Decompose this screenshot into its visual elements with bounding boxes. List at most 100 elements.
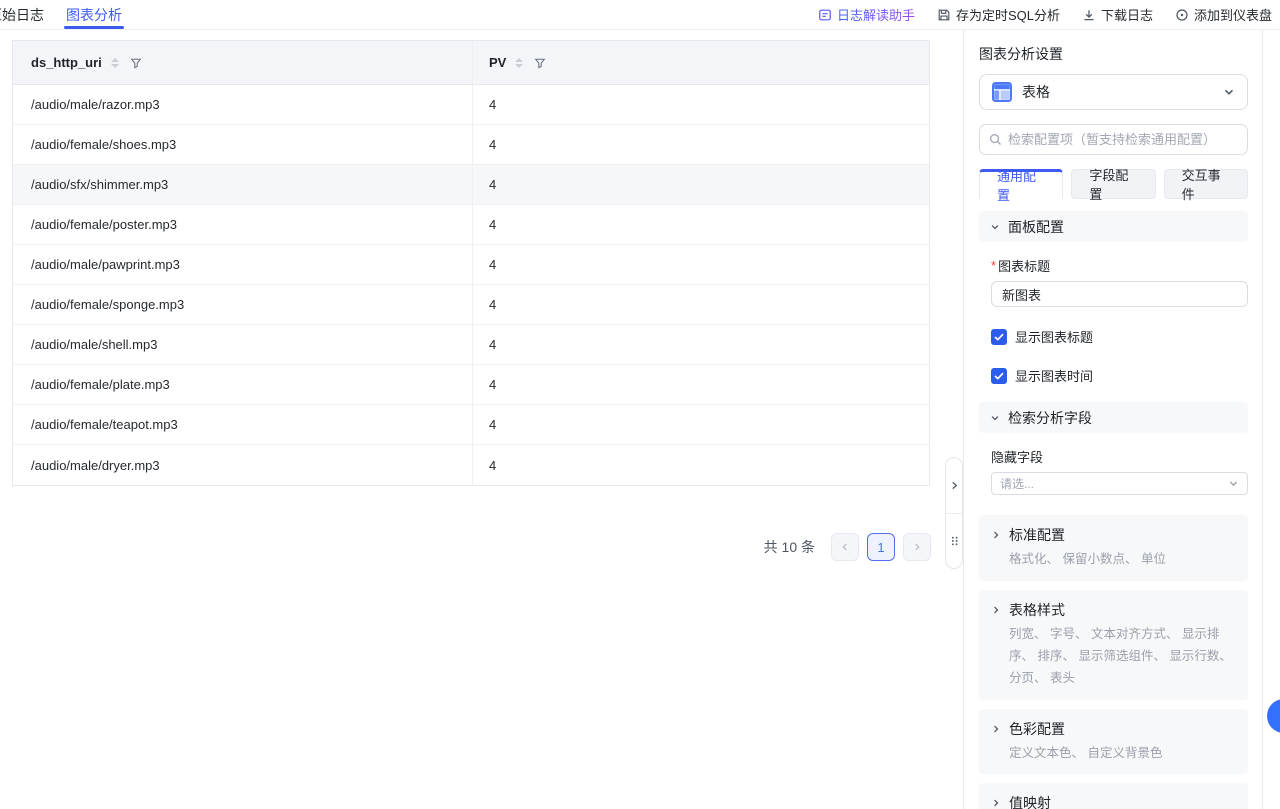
section-panel-config[interactable]: 面板配置 xyxy=(979,211,1248,242)
config-tabs: 通用配置 字段配置 交互事件 xyxy=(979,169,1248,199)
cell-pv: 4 xyxy=(473,325,929,364)
save-scheduled-sql-button[interactable]: 存为定时SQL分析 xyxy=(937,5,1060,24)
download-icon xyxy=(1082,8,1096,22)
chevron-down-icon xyxy=(1223,86,1235,98)
cell-ds-http-uri: /audio/female/poster.mp3 xyxy=(13,205,473,244)
required-asterisk: * xyxy=(991,258,996,273)
panel-splitter xyxy=(945,457,963,569)
table-row: /audio/male/razor.mp34 xyxy=(13,85,929,125)
table-row: /audio/sfx/shimmer.mp34 xyxy=(13,165,929,205)
cell-ds-http-uri: /audio/female/plate.mp3 xyxy=(13,365,473,404)
save-scheduled-sql-label: 存为定时SQL分析 xyxy=(956,5,1060,24)
cell-pv: 4 xyxy=(473,125,929,164)
filter-button[interactable] xyxy=(130,57,142,69)
search-icon xyxy=(989,133,1002,146)
prev-page-button[interactable] xyxy=(831,533,859,561)
cell-ds-http-uri: /audio/male/shell.mp3 xyxy=(13,325,473,364)
panel-config-group: * 图表标题 显示图表标题 显示图表时间 xyxy=(979,256,1248,385)
table-row: /audio/male/pawprint.mp34 xyxy=(13,245,929,285)
chevron-right-icon xyxy=(991,724,1001,734)
chart-type-value: 表格 xyxy=(1022,82,1213,102)
top-toolbar: 原始日志 图表分析 日志解读助手 存为定时SQL分析 xyxy=(0,0,1280,30)
sort-asc-icon xyxy=(111,58,119,62)
table-row: /audio/female/teapot.mp34 xyxy=(13,405,929,445)
show-chart-title-checkbox[interactable] xyxy=(991,329,1007,345)
section-title: 面板配置 xyxy=(1008,217,1064,237)
tab-chart-analysis[interactable]: 图表分析 xyxy=(64,0,124,29)
section-subtitle: 定义文本色、 自定义背景色 xyxy=(1009,743,1236,765)
tab-general-config[interactable]: 通用配置 xyxy=(979,169,1063,199)
sort-button[interactable] xyxy=(111,58,119,68)
sort-asc-icon xyxy=(515,58,523,62)
cell-ds-http-uri: /audio/male/dryer.mp3 xyxy=(13,445,473,485)
chart-type-select[interactable]: 表格 xyxy=(979,74,1248,110)
cell-pv: 4 xyxy=(473,365,929,404)
search-fields-group: 隐藏字段 请选... xyxy=(979,447,1248,495)
add-to-dashboard-label: 添加到仪表盘 xyxy=(1194,5,1272,24)
splitter-drag-handle[interactable] xyxy=(946,514,962,569)
table-header-row: ds_http_uri PV xyxy=(13,41,929,85)
section-title: 值映射 xyxy=(1009,793,1051,809)
toolbar-actions: 日志解读助手 存为定时SQL分析 下载日志 xyxy=(818,0,1280,29)
section-title: 标准配置 xyxy=(1009,525,1065,545)
cell-ds-http-uri: /audio/sfx/shimmer.mp3 xyxy=(13,165,473,204)
show-chart-time-label: 显示图表时间 xyxy=(1015,366,1093,385)
filter-button[interactable] xyxy=(534,57,546,69)
cell-ds-http-uri: /audio/female/teapot.mp3 xyxy=(13,405,473,444)
result-table-area: ds_http_uri PV xyxy=(0,30,963,809)
cell-ds-http-uri: /audio/female/shoes.mp3 xyxy=(13,125,473,164)
tab-raw-logs[interactable]: 原始日志 xyxy=(0,0,46,29)
show-chart-title-row: 显示图表标题 xyxy=(991,327,1248,346)
chart-title-input[interactable] xyxy=(991,281,1248,307)
cell-pv: 4 xyxy=(473,205,929,244)
show-chart-time-row: 显示图表时间 xyxy=(991,366,1248,385)
ai-assistant-icon xyxy=(818,8,832,22)
hidden-fields-select[interactable]: 请选... xyxy=(991,472,1248,495)
config-search xyxy=(979,124,1248,155)
cell-pv: 4 xyxy=(473,405,929,444)
next-page-button[interactable] xyxy=(903,533,931,561)
tab-field-config[interactable]: 字段配置 xyxy=(1071,169,1155,199)
pagination: 共 10 条 1 xyxy=(764,533,931,561)
table-row: /audio/male/dryer.mp34 xyxy=(13,445,929,485)
chevron-right-icon xyxy=(991,605,1001,615)
section-title: 表格样式 xyxy=(1009,600,1065,620)
panel-title: 图表分析设置 xyxy=(979,44,1248,64)
show-chart-time-checkbox[interactable] xyxy=(991,368,1007,384)
chevron-right-icon xyxy=(991,530,1001,540)
section-color-config[interactable]: 色彩配置 定义文本色、 自定义背景色 xyxy=(979,709,1248,775)
right-rail xyxy=(1262,30,1280,809)
column-header-pv: PV xyxy=(473,41,929,84)
cell-pv: 4 xyxy=(473,165,929,204)
section-standard-config[interactable]: 标准配置 格式化、 保留小数点、 单位 xyxy=(979,515,1248,581)
page-number-button[interactable]: 1 xyxy=(867,533,895,561)
show-chart-title-label: 显示图表标题 xyxy=(1015,327,1093,346)
add-to-dashboard-icon xyxy=(1175,8,1189,22)
chevron-down-icon xyxy=(990,413,1000,423)
column-header-ds-http-uri: ds_http_uri xyxy=(13,41,473,84)
tab-interaction-events[interactable]: 交互事件 xyxy=(1164,169,1248,199)
config-search-input[interactable] xyxy=(1008,132,1238,147)
chart-title-label: * 图表标题 xyxy=(991,256,1248,275)
add-to-dashboard-button[interactable]: 添加到仪表盘 xyxy=(1175,5,1272,24)
section-search-fields[interactable]: 检索分析字段 xyxy=(979,402,1248,433)
select-placeholder: 请选... xyxy=(1000,475,1034,492)
sort-desc-icon xyxy=(111,64,119,68)
cell-ds-http-uri: /audio/male/razor.mp3 xyxy=(13,85,473,124)
collapse-panel-button[interactable] xyxy=(946,458,962,514)
hidden-fields-label: 隐藏字段 xyxy=(991,447,1248,466)
cell-pv: 4 xyxy=(473,245,929,284)
column-label: ds_http_uri xyxy=(31,55,102,70)
section-subtitle: 列宽、 字号、 文本对齐方式、 显示排序、 排序、 显示筛选组件、 显示行数、 … xyxy=(1009,624,1236,690)
result-table: ds_http_uri PV xyxy=(12,40,930,486)
table-row: /audio/male/shell.mp34 xyxy=(13,325,929,365)
cell-pv: 4 xyxy=(473,85,929,124)
section-table-style[interactable]: 表格样式 列宽、 字号、 文本对齐方式、 显示排序、 排序、 显示筛选组件、 显… xyxy=(979,590,1248,700)
log-assistant-button[interactable]: 日志解读助手 xyxy=(818,5,915,24)
download-logs-button[interactable]: 下载日志 xyxy=(1082,5,1153,24)
sort-button[interactable] xyxy=(515,58,523,68)
cell-ds-http-uri: /audio/male/pawprint.mp3 xyxy=(13,245,473,284)
cell-pv: 4 xyxy=(473,285,929,324)
section-value-mapping[interactable]: 值映射 值映射 xyxy=(979,783,1248,809)
section-subtitle: 格式化、 保留小数点、 单位 xyxy=(1009,549,1236,571)
